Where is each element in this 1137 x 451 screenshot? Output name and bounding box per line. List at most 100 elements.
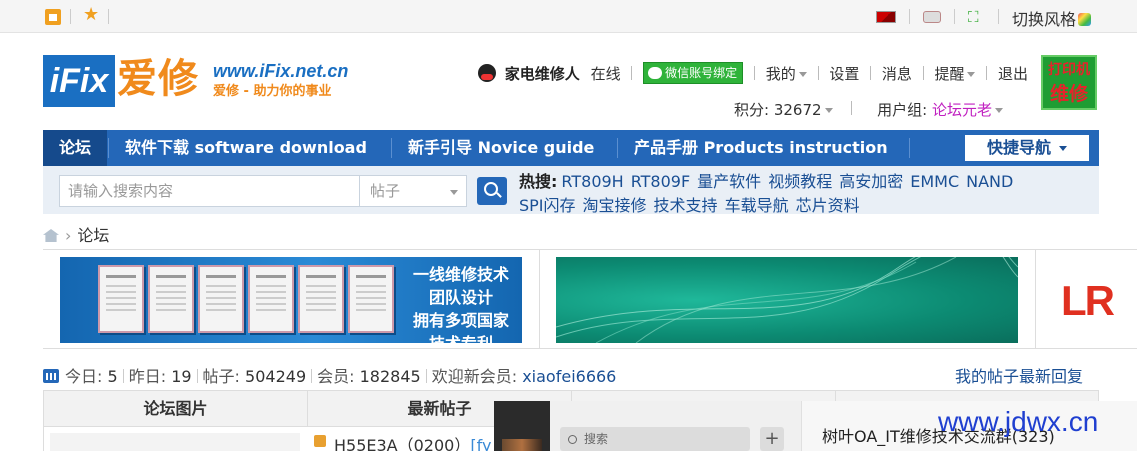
fullscreen-icon[interactable]: ⛶ (968, 9, 984, 25)
hot-search-label: 热搜: (519, 172, 558, 191)
divider (954, 9, 955, 24)
chevron-down-icon (798, 71, 807, 77)
hot-link[interactable]: 高安加密 (839, 172, 903, 191)
forum-stats: 今日: 5 昨日: 19 帖子: 504249 会员: 182845 欢迎新会员: xi… (43, 363, 616, 387)
banner-row: 一线维修技术 团队设计 拥有多项国家 技术专利 LR (43, 249, 1137, 349)
menu-logout[interactable]: 退出 (998, 63, 1028, 84)
certificate-image (198, 265, 244, 333)
glasses-icon[interactable] (923, 11, 941, 23)
hot-link[interactable]: 视频教程 (768, 172, 832, 191)
points-link[interactable]: 积分: 32672 (734, 101, 833, 119)
wechat-icon (648, 67, 663, 79)
chevron-down-icon (1059, 146, 1067, 151)
search-button[interactable] (477, 177, 507, 205)
menu-reminders[interactable]: 提醒 (934, 63, 976, 84)
search-type-select[interactable]: 帖子 (359, 175, 467, 207)
logo-url: www.iFix.net.cn (213, 61, 349, 81)
search-input[interactable]: 请输入搜索内容 (59, 175, 359, 207)
hot-link[interactable]: 技术支持 (654, 196, 718, 215)
logo-slogan: 爱修 - 助力你的事业 (213, 84, 332, 99)
certificate-image (148, 265, 194, 333)
wave-graphic (556, 257, 1018, 343)
chat-search-placeholder: 搜索 (584, 432, 609, 446)
hot-link[interactable]: EMMC (910, 172, 959, 191)
user-stats: 积分: 32672 用户组: 论坛元老 (734, 99, 1003, 120)
chevron-down-icon (450, 190, 458, 195)
search-icon (568, 435, 577, 444)
hot-link[interactable]: 淘宝接修 (583, 196, 647, 215)
menu-my[interactable]: 我的 (766, 63, 807, 84)
hot-link[interactable]: 量产软件 (697, 172, 761, 191)
chat-sidebar (494, 401, 550, 451)
menu-settings[interactable]: 设置 (829, 63, 859, 84)
patent-certificate-ad[interactable]: 一线维修技术 团队设计 拥有多项国家 技术专利 (60, 257, 522, 343)
thread-link[interactable]: H55E3A（0200）[fy (334, 432, 491, 451)
switch-style-link[interactable]: 切换风格 (1012, 6, 1092, 30)
green-wave-ad[interactable] (556, 257, 1018, 343)
divider (108, 9, 109, 24)
palette-icon (1078, 13, 1092, 26)
patent-ad-text: 一线维修技术 团队设计 拥有多项国家 技术专利 (405, 263, 517, 343)
search-bar: 请输入搜索内容 帖子 热搜: RT809H RT809F 量产软件 视频教程 高安加密 EM… (43, 166, 1099, 215)
points-label: 积分: (734, 101, 770, 119)
usergroup-label: 用户组: (877, 101, 928, 119)
quick-nav-label: 快捷导航 (986, 138, 1051, 157)
search-type-value: 帖子 (370, 182, 401, 200)
divider (70, 9, 71, 24)
new-member-link[interactable]: xiaofei6666 (522, 367, 616, 386)
divider (631, 66, 633, 80)
nav-novice-guide[interactable]: 新手引导 Novice guide (392, 130, 610, 166)
username-link[interactable]: 家电维修人 (505, 63, 580, 84)
latest-reply-link[interactable]: 最新回复 (1019, 367, 1083, 386)
forum-image-slot[interactable] (50, 433, 300, 451)
favorite-star-icon[interactable]: ★ (83, 5, 99, 25)
hot-link[interactable]: NAND (966, 172, 1013, 191)
welcome-label: 欢迎新会员: (431, 367, 518, 386)
patent-ad-line: 拥有多项国家 (412, 311, 509, 330)
menu-my-label: 我的 (765, 64, 796, 83)
home-icon[interactable] (43, 229, 59, 242)
today-label: 今日: (65, 367, 103, 386)
switch-style-label: 切换风格 (1012, 10, 1077, 29)
online-status: 在线 (590, 64, 621, 83)
post-links: 我的帖子最新回复 (955, 363, 1083, 387)
menu-messages[interactable]: 消息 (882, 63, 912, 84)
usergroup-link[interactable]: 用户组: 论坛元老 (877, 101, 1003, 119)
divider (986, 66, 988, 80)
chat-search-input[interactable]: 搜索 (560, 427, 750, 451)
patent-ad-line: 团队设计 (428, 288, 493, 307)
hot-link[interactable]: RT809F (631, 172, 690, 191)
hot-link[interactable]: 芯片资料 (796, 196, 860, 215)
divider (753, 66, 755, 80)
wechat-bind-button[interactable]: 微信账号绑定 (643, 62, 744, 84)
lr-logo-ad[interactable]: LR (1061, 278, 1115, 324)
logo-brand-cn: 爱修 (117, 56, 199, 102)
qq-penguin-icon (478, 64, 496, 82)
nav-software-download[interactable]: 软件下载 software download (109, 130, 383, 166)
hot-link[interactable]: SPI闪存 (519, 196, 576, 215)
breadcrumb-current[interactable]: 论坛 (77, 226, 109, 245)
yesterday-label: 昨日: (128, 367, 167, 386)
nav-forum[interactable]: 论坛 (43, 130, 108, 166)
my-posts-link[interactable]: 我的帖子 (955, 367, 1019, 386)
yesterday-value: 19 (171, 367, 192, 386)
certificate-image (248, 265, 294, 333)
certificate-image (98, 265, 144, 333)
nav-products-instruction[interactable]: 产品手册 Products instruction (618, 130, 904, 166)
site-logo[interactable]: iFix 爱修 www.iFix.net.cn 爱修 - 助力你的事业 (43, 55, 363, 107)
flag-icon[interactable] (876, 11, 896, 23)
divider (817, 66, 819, 80)
hot-searches: 热搜: RT809H RT809F 量产软件 视频教程 高安加密 EMMC NAND SPI闪存… (519, 170, 1089, 218)
quick-nav-button[interactable]: 快捷导航 (965, 135, 1089, 161)
hot-link[interactable]: 车载导航 (725, 196, 789, 215)
chevron-down-icon (967, 71, 976, 77)
printer-repair-ad[interactable]: 打印机 维修 (1041, 55, 1097, 110)
home-icon[interactable] (45, 9, 61, 25)
hot-link[interactable]: RT809H (561, 172, 623, 191)
add-button[interactable]: + (760, 427, 784, 451)
usergroup-value: 论坛元老 (931, 101, 992, 119)
posts-value: 504249 (245, 367, 307, 386)
printer-ad-line2: 维修 (1049, 83, 1088, 105)
thread-tag: [fy (470, 436, 492, 451)
divider (196, 369, 198, 383)
